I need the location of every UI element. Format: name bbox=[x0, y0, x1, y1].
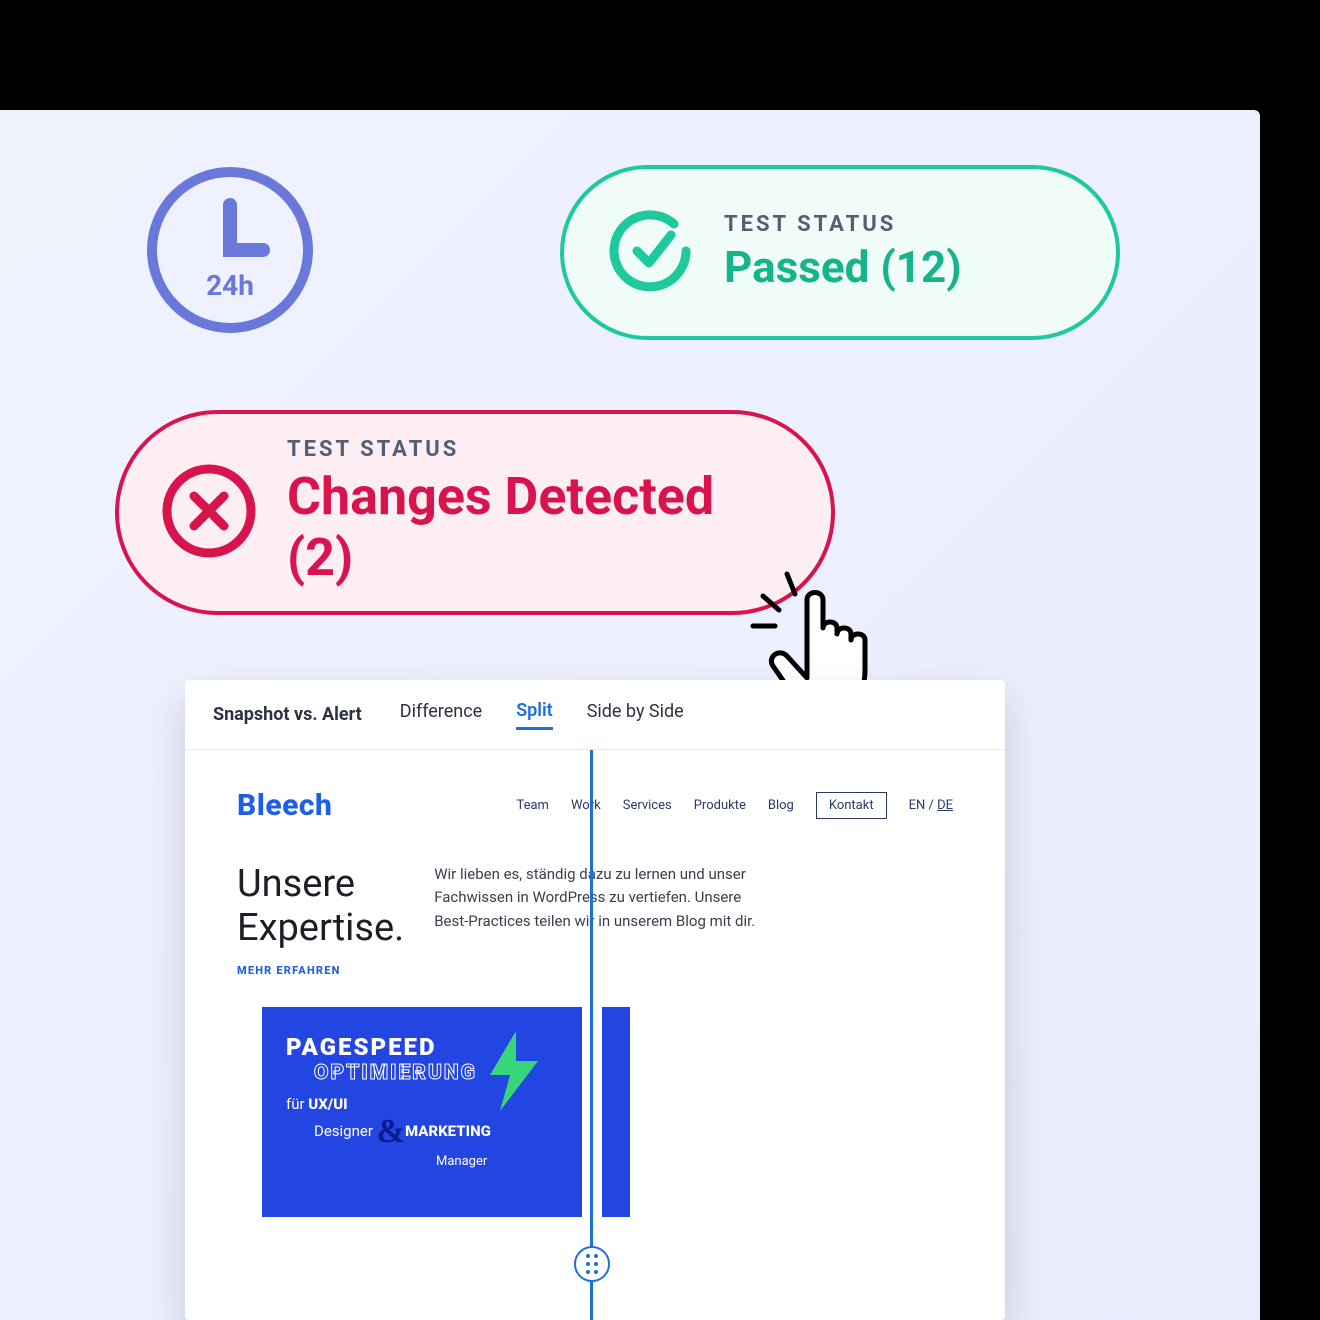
x-circle-icon bbox=[159, 461, 259, 565]
tab-side-by-side[interactable]: Side by Side bbox=[587, 701, 684, 728]
card-pagespeed[interactable]: PAGESPEED OPTIMIERUNG für UX/UI Designer… bbox=[262, 1007, 582, 1217]
nav-kontakt[interactable]: Kontakt bbox=[816, 792, 887, 819]
status-label: TEST STATUS bbox=[724, 212, 962, 237]
site-brand: Bleech bbox=[237, 788, 332, 823]
tab-difference[interactable]: Difference bbox=[400, 701, 482, 728]
clock-24h-icon: 24h bbox=[145, 165, 315, 335]
split-handle[interactable] bbox=[574, 1246, 610, 1282]
hero-title: UnsereExpertise. bbox=[237, 863, 404, 950]
hero-body: Wir lieben es, ständig dazu zu lernen un… bbox=[434, 863, 764, 977]
top-black-bar bbox=[0, 0, 1050, 110]
split-divider[interactable] bbox=[590, 750, 593, 1320]
nav-work[interactable]: Work bbox=[571, 798, 601, 813]
status-label: TEST STATUS bbox=[287, 437, 781, 462]
status-pill-changes[interactable]: TEST STATUS Changes Detected (2) bbox=[115, 410, 835, 615]
site-nav: Bleech Team Work Services Produkte Blog … bbox=[207, 772, 983, 833]
checkmark-circle-icon bbox=[604, 205, 696, 301]
panel-title: Snapshot vs. Alert bbox=[213, 704, 362, 725]
status-value: Passed (12) bbox=[724, 241, 962, 293]
card-secondary bbox=[602, 1007, 630, 1217]
site-preview: Bleech Team Work Services Produkte Blog … bbox=[207, 772, 983, 1298]
panel-tabbar: Snapshot vs. Alert Difference Split Side… bbox=[185, 680, 1005, 750]
tab-split[interactable]: Split bbox=[516, 700, 553, 730]
status-value: Changes Detected (2) bbox=[287, 466, 781, 588]
bolt-icon bbox=[486, 1031, 542, 1111]
split-view: Bleech Team Work Services Produkte Blog … bbox=[185, 750, 1005, 1320]
canvas: 24h TEST STATUS Passed (12) TEST STATUS … bbox=[0, 110, 1260, 1320]
status-pill-passed[interactable]: TEST STATUS Passed (12) bbox=[560, 165, 1120, 340]
hero-more-link[interactable]: MEHR ERFAHREN bbox=[237, 964, 404, 977]
nav-lang[interactable]: EN / DE bbox=[909, 798, 953, 813]
svg-text:24h: 24h bbox=[206, 269, 254, 302]
nav-blog[interactable]: Blog bbox=[768, 798, 794, 813]
drag-handle-icon bbox=[586, 1254, 598, 1274]
nav-team[interactable]: Team bbox=[516, 798, 549, 813]
nav-services[interactable]: Services bbox=[623, 798, 672, 813]
nav-produkte[interactable]: Produkte bbox=[694, 798, 746, 813]
comparison-panel: Snapshot vs. Alert Difference Split Side… bbox=[185, 680, 1005, 1320]
